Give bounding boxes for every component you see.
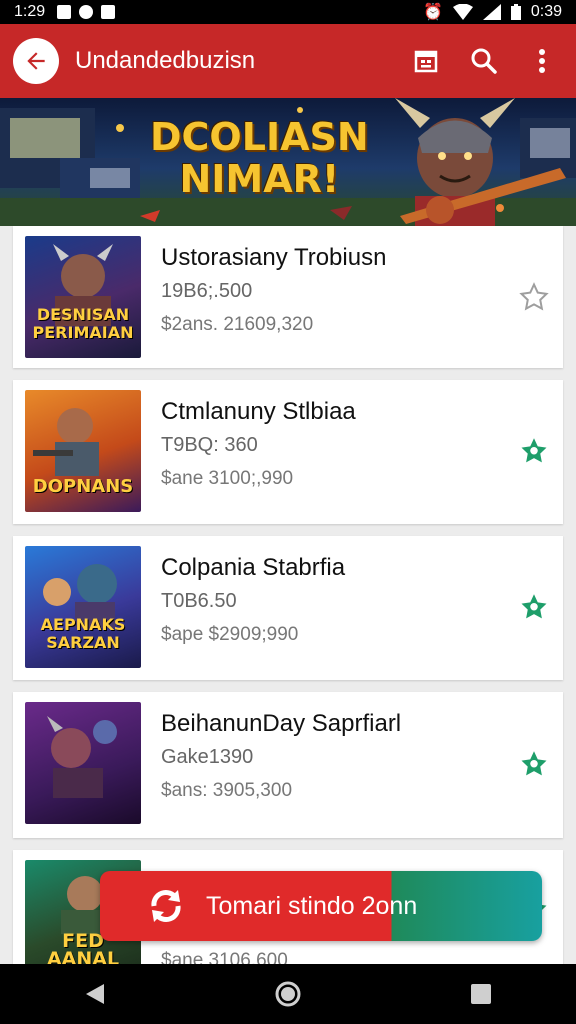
item-subtitle: 19B6;.500 [161,280,253,302]
game-notification-icon [79,5,94,19]
thumbnail-label: AEPNAKS SARZAN [40,615,126,652]
search-button[interactable] [470,47,498,75]
nav-recents-icon[interactable] [470,983,492,1005]
item-name: BeihanunDay Saprfiarl [161,710,402,737]
thumbnail-label: DOPNANS [32,476,134,497]
list-item[interactable]: DESNISAN PERIMAIAN Ustorasiany Trobiusn … [13,226,563,368]
item-price: $2ans. 21609,320 [161,314,314,335]
notification-icon [57,5,72,19]
action-snackbar[interactable]: Tomari stindo 2onn [100,871,542,941]
banner-title: DCOLIASN NIMAR! [150,116,369,200]
status-clock: 0:39 [530,3,562,20]
promo-banner[interactable]: DCOLIASN NIMAR! [0,98,576,226]
wifi-icon [452,4,473,20]
list-item[interactable]: BeihanunDay Saprfiarl Gake1390 $ans: 390… [13,692,563,838]
favorite-star-icon[interactable] [519,593,549,623]
refresh-icon [151,890,181,922]
search-icon [471,48,497,74]
game-thumbnail: DOPNANS [25,390,141,512]
item-price: $ape $2909;990 [161,624,299,645]
more-options-button[interactable] [528,47,556,75]
app-bar: Undandedbuzisn [0,24,576,98]
list-item[interactable]: AEPNAKS SARZAN Colpania Stabrfia T0B6.50… [13,536,563,680]
game-thumbnail [25,702,141,824]
page-title: Undandedbuzisn [75,47,256,74]
favorite-star-icon[interactable] [519,750,549,780]
item-name: Ctmlanuny Stlbiaa [161,398,356,425]
status-time: 1:29 [14,3,46,20]
nav-back-icon[interactable] [84,982,106,1006]
banner-title-line1: DCOLIASN [150,115,369,159]
app-notification-icon [101,5,116,19]
battery-icon [510,4,521,20]
back-button[interactable] [13,38,59,84]
system-nav-bar [0,964,576,1024]
game-thumbnail: AEPNAKS SARZAN [25,546,141,668]
item-price: $ans: 3905,300 [161,780,293,801]
favorite-star-icon[interactable] [519,282,549,312]
item-name: Colpania Stabrfia [161,554,346,581]
calendar-icon [414,50,438,73]
item-name: Ustorasiany Trobiusn [161,244,387,271]
nav-home-icon[interactable] [274,980,302,1008]
snackbar-text: Tomari stindo 2onn [206,891,418,920]
list-item[interactable]: DOPNANS Ctmlanuny Stlbiaa T9BQ: 360 $ane… [13,380,563,524]
banner-title-line2: NIMAR! [179,157,340,201]
arrow-back-icon [27,52,45,70]
item-subtitle: T9BQ: 360 [161,434,258,456]
more-vert-icon [539,49,545,73]
favorite-star-icon[interactable] [519,437,549,467]
item-subtitle: T0B6.50 [161,590,237,612]
status-bar: 1:29 ⏰ 0:39 [0,0,576,24]
alarm-icon: ⏰ [422,4,443,21]
item-subtitle: Gake1390 [161,746,254,768]
thumbnail-label: DESNISAN PERIMAIAN [32,305,134,342]
calendar-button[interactable] [412,47,440,75]
game-thumbnail: DESNISAN PERIMAIAN [25,236,141,358]
item-price: $ane 3100;,990 [161,468,294,489]
signal-icon [482,4,501,20]
